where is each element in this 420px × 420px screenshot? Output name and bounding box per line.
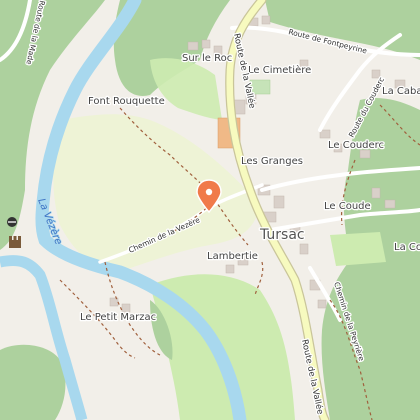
place-label-la-co: La Co (394, 242, 420, 253)
place-label-lambertie: Lambertie (207, 251, 258, 262)
east-meadow (330, 232, 386, 266)
place-label-le-cimetiere: Le Cimetière (248, 64, 311, 76)
viewpoint-icon (7, 217, 17, 227)
castle-icon (9, 236, 21, 248)
southwest-forest (0, 344, 66, 420)
place-label-le-coude: Le Coude (324, 201, 371, 212)
place-label-tursac: Tursac (259, 227, 305, 243)
map-view[interactable]: Sur le Roc Le Cimetière Font Rouquette L… (0, 0, 420, 420)
place-label-font-rouquette: Font Rouquette (88, 96, 165, 107)
map-canvas: Sur le Roc Le Cimetière Font Rouquette L… (0, 0, 420, 420)
place-label-la-caba: La Caba (382, 86, 420, 97)
place-label-le-couderc: Le Couderc (328, 140, 384, 151)
place-label-le-petit-marzac: Le Petit Marzac (80, 312, 156, 323)
place-label-sur-le-roc: Sur le Roc (182, 53, 232, 64)
place-label-les-granges: Les Granges (241, 156, 303, 167)
